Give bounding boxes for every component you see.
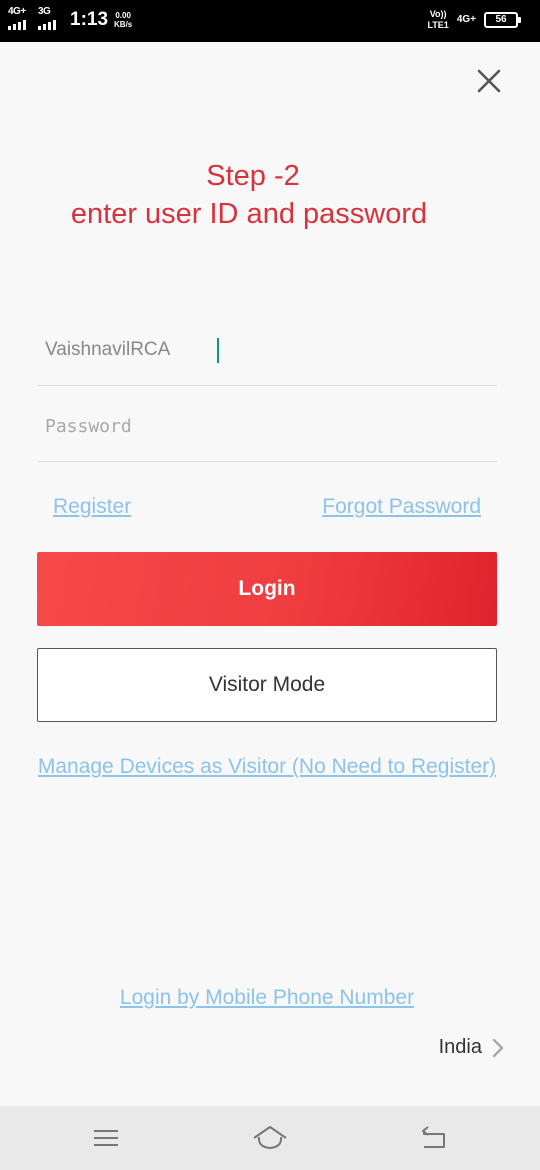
recent-apps-button[interactable] (86, 1120, 126, 1156)
system-navigation-bar (0, 1106, 540, 1170)
login-button[interactable]: Login (37, 552, 497, 626)
password-input[interactable] (37, 402, 497, 450)
sim1-signal-icon: 4G+ (8, 6, 32, 32)
close-button[interactable] (472, 64, 506, 98)
network-speed: 0.00 KB/s (114, 11, 132, 29)
sim1-network-type: 4G+ (8, 6, 26, 17)
sim2-signal-icon: 3G (38, 6, 62, 32)
chevron-right-icon (492, 1038, 504, 1057)
back-button[interactable] (414, 1120, 454, 1156)
manage-devices-visitor-link[interactable]: Manage Devices as Visitor (No Need to Re… (0, 755, 534, 779)
region-selector[interactable]: India (439, 1036, 504, 1059)
register-link[interactable]: Register (53, 495, 131, 519)
step-annotation: Step -2 (206, 160, 300, 192)
status-left: 4G+ 3G 1:13 0.00 KB/s (8, 6, 132, 32)
user-id-input[interactable] (37, 326, 497, 374)
battery-icon: 56 (484, 12, 521, 28)
volte-bottom: LTE1 (427, 20, 449, 30)
volte-top: Vo)) (429, 9, 447, 19)
home-button[interactable] (250, 1120, 290, 1156)
step-instruction: enter user ID and password (70, 198, 428, 230)
menu-icon (94, 1130, 118, 1146)
user-id-field[interactable] (37, 326, 497, 386)
text-cursor (217, 338, 219, 363)
sim2-network-type: 3G (38, 6, 51, 17)
status-bar: 4G+ 3G 1:13 0.00 KB/s Vo)) LTE1 4G+ 56 (0, 0, 540, 42)
close-icon (477, 69, 501, 93)
password-field[interactable] (37, 402, 497, 462)
status-right: Vo)) LTE1 4G+ 56 (427, 9, 521, 31)
clock: 1:13 (70, 9, 109, 30)
visitor-mode-button[interactable]: Visitor Mode (37, 648, 497, 722)
mobile-data-indicator: 4G+ (456, 14, 476, 25)
volte-indicator: Vo)) LTE1 (427, 9, 448, 31)
forgot-password-link[interactable]: Forgot Password (322, 495, 481, 519)
network-speed-unit: KB/s (114, 20, 133, 29)
mobile-phone-login-link[interactable]: Login by Mobile Phone Number (0, 986, 534, 1010)
home-icon (253, 1126, 287, 1150)
region-label: India (438, 1036, 482, 1058)
back-icon (422, 1126, 445, 1148)
network-speed-value: 0.00 (115, 11, 131, 20)
